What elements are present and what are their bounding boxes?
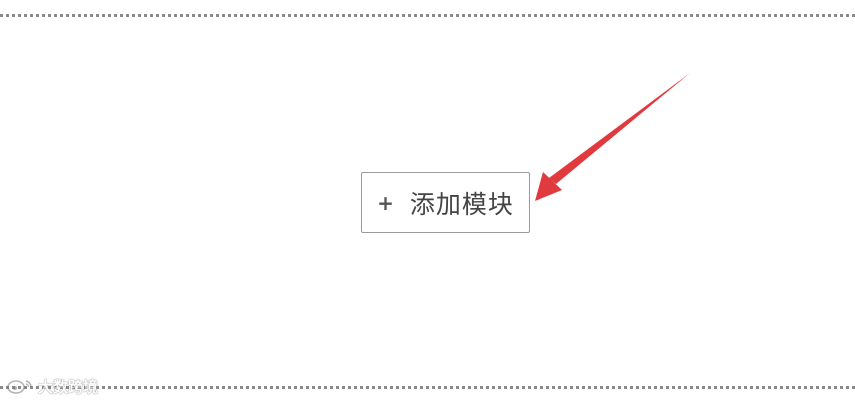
watermark-text: 大数跨境 bbox=[38, 377, 99, 396]
arrow-shaft bbox=[549, 73, 690, 184]
plus-icon: + bbox=[377, 190, 394, 215]
add-module-label: 添加模块 bbox=[409, 189, 514, 219]
arrow-head bbox=[535, 172, 562, 201]
weibo-logo-icon bbox=[7, 380, 32, 394]
bottom-dotted-divider bbox=[0, 386, 855, 389]
add-module-button[interactable]: + 添加模块 bbox=[361, 172, 530, 233]
watermark: 大数跨境 bbox=[6, 376, 98, 396]
top-dotted-divider bbox=[0, 14, 855, 17]
